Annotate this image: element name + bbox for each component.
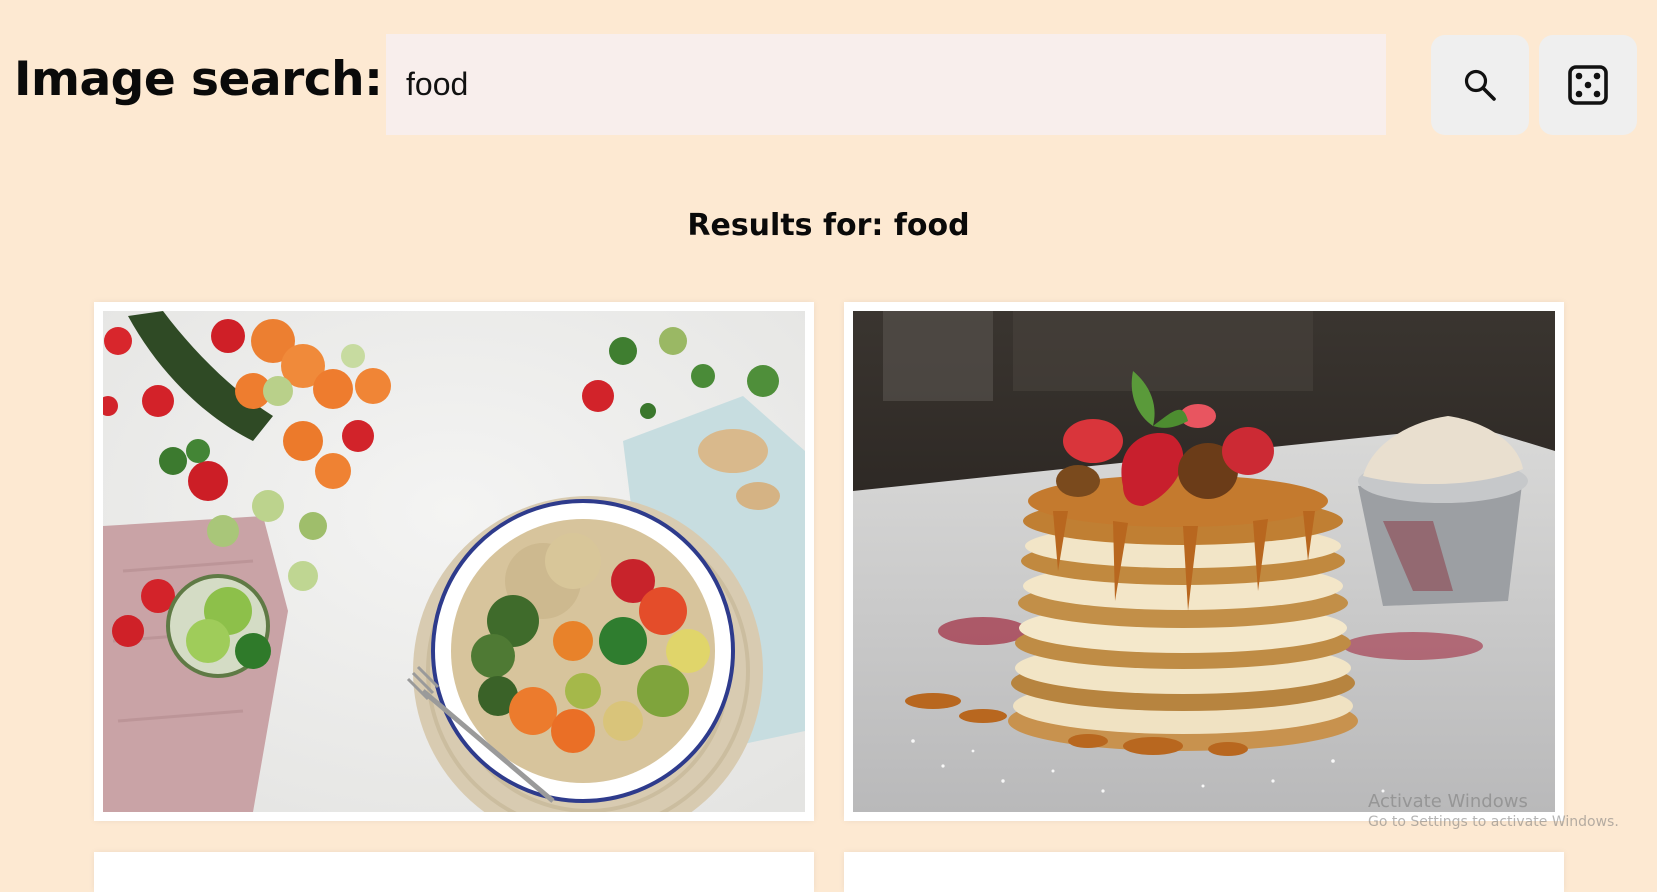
random-button[interactable]: [1539, 35, 1637, 135]
pancake-stack-photo: [853, 311, 1555, 812]
page-title: Image search:: [14, 52, 383, 107]
search-input[interactable]: [386, 34, 1386, 135]
search-icon: [1464, 69, 1496, 101]
vegetable-bowl-photo: [103, 311, 805, 812]
search-button[interactable]: [1431, 35, 1529, 135]
result-image-card[interactable]: [94, 852, 814, 892]
results-heading: Results for: food: [687, 208, 970, 243]
result-image-card[interactable]: [94, 302, 814, 821]
header: Image search:: [0, 0, 1657, 150]
result-image-card[interactable]: [844, 852, 1564, 892]
result-image-card[interactable]: [844, 302, 1564, 821]
dice-icon: [1568, 65, 1608, 105]
